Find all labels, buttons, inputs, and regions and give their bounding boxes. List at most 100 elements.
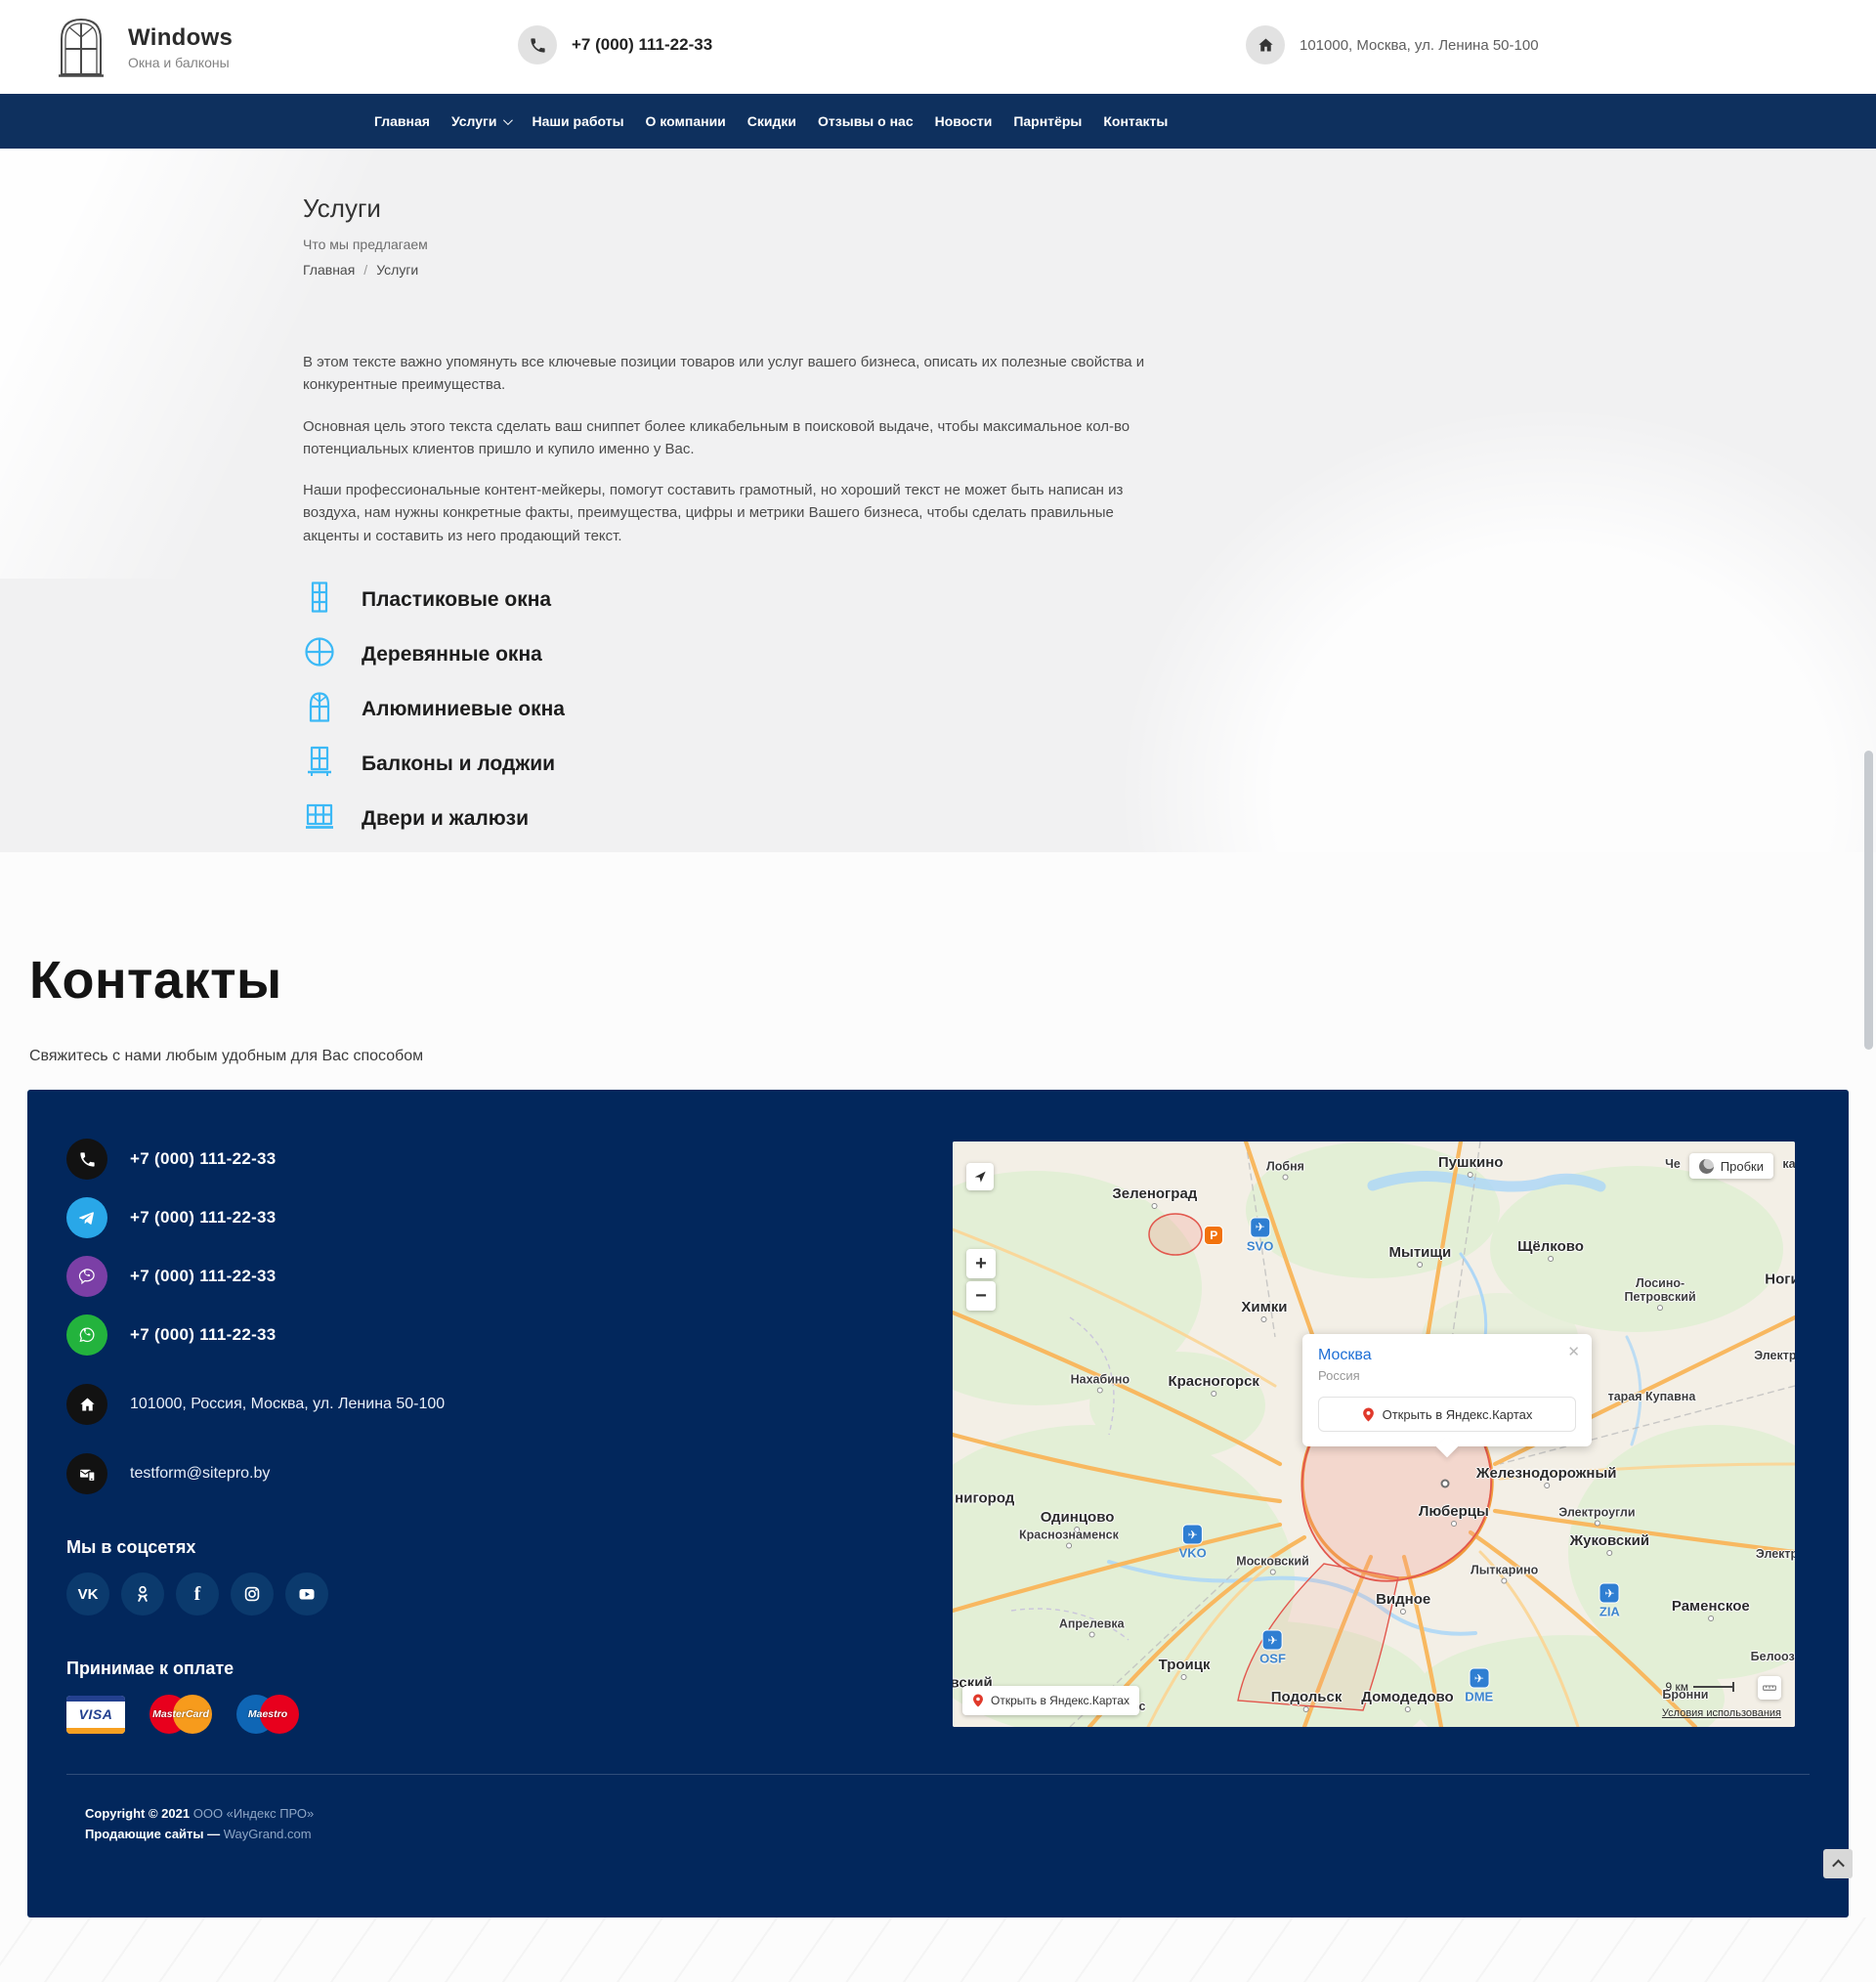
vk-icon[interactable]: VK: [66, 1573, 109, 1616]
contact-whatsapp[interactable]: +7 (000) 111-22-33: [66, 1314, 711, 1356]
service-item-wooden-windows[interactable]: Деревянные окна: [303, 635, 1573, 674]
instagram-icon[interactable]: [231, 1573, 274, 1616]
map-location-marker: [1441, 1480, 1450, 1488]
map-poi-badge: Р: [1204, 1226, 1223, 1245]
map-city-label: Троицк: [1159, 1657, 1211, 1680]
phone-icon: [66, 1139, 107, 1180]
chevron-down-icon: [503, 115, 513, 125]
map-city-label: Раменское: [1672, 1598, 1750, 1621]
plane-icon: ✈: [1262, 1630, 1283, 1651]
payment-title: Принимае к оплате: [66, 1659, 711, 1679]
plane-icon: ✈: [1599, 1583, 1620, 1604]
popup-country: Россия: [1318, 1368, 1576, 1383]
map-city-label: Электроугли: [1558, 1506, 1635, 1527]
header-address-text: 101000, Москва, ул. Ленина 50-100: [1300, 37, 1539, 54]
popup-open-maps-button[interactable]: Открыть в Яндекс.Картах: [1318, 1397, 1576, 1432]
brand[interactable]: Windows Окна и балконы: [54, 12, 233, 83]
plane-icon: ✈: [1182, 1525, 1203, 1545]
geolocation-button[interactable]: [966, 1163, 994, 1190]
intro-paragraph: В этом тексте важно упомянуть все ключев…: [303, 351, 1163, 397]
map-airport-osf: ✈OSF: [1259, 1630, 1286, 1666]
scrollbar-thumb[interactable]: [1864, 751, 1873, 1050]
zoom-in-button[interactable]: +: [966, 1249, 996, 1278]
map-terms-link[interactable]: Условия использования: [1662, 1707, 1781, 1719]
nav-item-works[interactable]: Наши работы: [521, 113, 634, 129]
mastercard-icon: MasterCard: [149, 1695, 212, 1734]
map-city-label: Лыткарино: [1471, 1564, 1538, 1584]
visa-icon: VISA: [66, 1696, 125, 1734]
facebook-icon[interactable]: f: [176, 1573, 219, 1616]
contact-phone[interactable]: +7 (000) 111-22-33: [66, 1139, 711, 1180]
nav-item-discounts[interactable]: Скидки: [737, 113, 807, 129]
page-title: Услуги: [303, 194, 1573, 224]
services-list: Пластиковые окна Деревянные окна: [303, 581, 1573, 839]
map-city-label: Видное: [1376, 1591, 1430, 1615]
home-icon: [66, 1384, 107, 1425]
window-logo-icon: [54, 12, 108, 83]
breadcrumb-home[interactable]: Главная: [303, 262, 355, 278]
traffic-light-icon: [1699, 1159, 1714, 1174]
home-icon: [1246, 25, 1285, 65]
nav-item-contacts[interactable]: Контакты: [1092, 113, 1178, 129]
viber-icon: [66, 1256, 107, 1297]
arch-window-icon: [303, 690, 336, 728]
footer-copyright: Copyright © 2021 ООО «Индекс ПРО» Продаю…: [85, 1803, 314, 1845]
map-city-label: Апрелевка: [1059, 1617, 1125, 1638]
traffic-button[interactable]: Пробки: [1689, 1153, 1773, 1179]
service-item-plastic-windows[interactable]: Пластиковые окна: [303, 581, 1573, 620]
contact-address: 101000, Россия, Москва, ул. Ленина 50-10…: [66, 1384, 711, 1425]
map-city-label: Че: [1665, 1157, 1681, 1171]
nav-item-about[interactable]: О компании: [635, 113, 737, 129]
youtube-icon[interactable]: [285, 1573, 328, 1616]
map-city-label: Пушкино: [1438, 1154, 1504, 1178]
zoom-out-button[interactable]: −: [966, 1281, 996, 1311]
yandex-map[interactable]: Зеленоград Лобня Пушкино Че ка Мытищи Щё…: [953, 1142, 1795, 1727]
brand-subtitle: Окна и балконы: [128, 55, 233, 70]
telegram-icon: [66, 1197, 107, 1238]
plastic-window-icon: [303, 581, 336, 619]
contacts-title: Контакты: [29, 950, 282, 1011]
nav-item-home[interactable]: Главная: [363, 113, 441, 129]
nav-item-reviews[interactable]: Отзывы о нас: [807, 113, 924, 129]
nav-item-services[interactable]: Услуги: [441, 113, 522, 129]
service-item-aluminum-windows[interactable]: Алюминиевые окна: [303, 690, 1573, 729]
breadcrumb-separator: /: [363, 262, 367, 278]
map-city-label: Люберцы: [1419, 1503, 1489, 1527]
contact-telegram[interactable]: +7 (000) 111-22-33: [66, 1197, 711, 1238]
payment-methods: VISA MasterCard Maestro: [66, 1695, 711, 1734]
map-city-label: Лобня: [1266, 1159, 1304, 1180]
odnoklassniki-icon[interactable]: [121, 1573, 164, 1616]
footer-agency-link[interactable]: WayGrand.com: [224, 1827, 312, 1841]
header-phone[interactable]: +7 (000) 111-22-33: [518, 25, 712, 65]
popup-city-link[interactable]: Москва: [1318, 1347, 1576, 1364]
close-icon[interactable]: ✕: [1567, 1343, 1580, 1360]
brand-title: Windows: [128, 24, 233, 52]
map-city-label: Мытищи: [1389, 1244, 1452, 1268]
nav-item-news[interactable]: Новости: [924, 113, 1003, 129]
chevron-up-icon: [1832, 1859, 1845, 1872]
page-subtitle: Что мы предлагаем: [303, 237, 1573, 252]
contact-viber[interactable]: +7 (000) 111-22-33: [66, 1256, 711, 1297]
map-airport-zia: ✈ZIA: [1599, 1583, 1620, 1619]
whatsapp-icon: [66, 1314, 107, 1356]
ruler-button[interactable]: [1758, 1676, 1781, 1700]
phone-icon: [518, 25, 557, 65]
map-airport-svo: ✈SVO: [1247, 1217, 1273, 1253]
map-city-label: Московский: [1236, 1555, 1309, 1575]
map-city-label: Железнодорожный: [1476, 1465, 1617, 1488]
map-city-label: Электрос: [1754, 1349, 1795, 1362]
intro-text: В этом тексте важно упомянуть все ключев…: [303, 351, 1163, 547]
map-city-label: Белоозёр: [1751, 1650, 1795, 1663]
open-yandex-maps-button[interactable]: Открыть в Яндекс.Картах: [962, 1686, 1139, 1715]
breadcrumb-current: Услуги: [376, 262, 418, 278]
service-item-doors-blinds[interactable]: Двери и жалюзи: [303, 799, 1573, 839]
map-city-label: Химки: [1241, 1299, 1287, 1322]
service-item-balconies[interactable]: Балконы и лоджии: [303, 745, 1573, 784]
contacts-panel: +7 (000) 111-22-33 +7 (000) 111-22-33 +7…: [27, 1090, 1849, 1917]
scroll-to-top-button[interactable]: [1823, 1849, 1853, 1878]
plane-icon: ✈: [1469, 1668, 1489, 1689]
contact-email[interactable]: testform@sitepro.by: [66, 1453, 711, 1494]
nav-item-partners[interactable]: Парнтёры: [1002, 113, 1092, 129]
contacts-subtitle: Свяжитесь с нами любым удобным для Вас с…: [29, 1048, 423, 1065]
map-pin-icon: [972, 1694, 984, 1707]
